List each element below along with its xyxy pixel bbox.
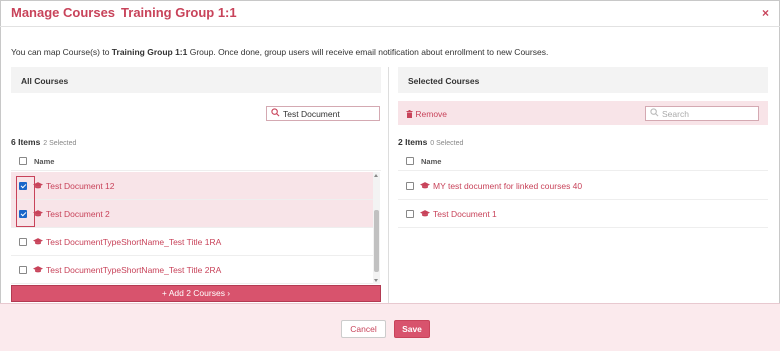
intro-text: You can map Course(s) to Training Group … (11, 47, 548, 57)
right-name-column: Name (421, 157, 442, 166)
add-courses-button[interactable]: + Add 2 Courses › (11, 285, 381, 302)
left-list-scrollbar[interactable] (373, 172, 380, 284)
table-row[interactable]: Test Document 1 (398, 200, 768, 228)
search-icon (650, 108, 659, 117)
row-checkbox[interactable] (19, 266, 27, 274)
table-row[interactable]: Test DocumentTypeShortName_Test Title 2R… (11, 256, 373, 284)
all-courses-heading: All Courses (21, 76, 69, 86)
trash-icon (406, 110, 413, 118)
course-link[interactable]: Test Document 12 (46, 181, 115, 191)
left-search-field[interactable] (266, 106, 380, 121)
right-count: 2 Items (398, 137, 428, 147)
scroll-up-arrow[interactable] (374, 174, 378, 177)
course-link[interactable]: Test Document 2 (46, 209, 110, 219)
course-link[interactable]: Test Document 1 (433, 209, 497, 219)
scroll-thumb[interactable] (374, 210, 379, 272)
intro-post: Group. Once done, group users will recei… (187, 47, 549, 57)
selected-courses-heading: Selected Courses (408, 76, 480, 86)
table-row[interactable]: Test DocumentTypeShortName_Test Title 1R… (11, 228, 373, 256)
selected-courses-header: Selected Courses (398, 67, 768, 93)
remove-label: Remove (415, 109, 448, 119)
right-column-header: Name (398, 151, 768, 171)
graduation-cap-icon (420, 210, 430, 217)
dialog-title: Manage Courses Training Group 1:1 (11, 5, 237, 20)
left-column-header: Name (11, 151, 381, 171)
right-selected-count: 0 Selected (430, 140, 464, 147)
row-checkbox[interactable] (406, 210, 414, 218)
close-icon[interactable]: × (762, 6, 769, 20)
course-link[interactable]: Test DocumentTypeShortName_Test Title 1R… (46, 237, 221, 247)
left-search-input[interactable] (283, 108, 375, 119)
save-button[interactable]: Save (394, 320, 430, 338)
row-checkbox[interactable] (19, 238, 27, 246)
checkbox-highlight-box (16, 176, 35, 227)
right-item-count: 2 Items 0 Selected (398, 137, 463, 147)
search-icon (271, 108, 280, 117)
graduation-cap-icon (33, 238, 43, 245)
title-group: Training Group 1:1 (121, 5, 237, 20)
all-courses-header: All Courses (11, 67, 381, 93)
table-row[interactable]: Test Document 12 (11, 172, 373, 200)
intro-pre: You can map Course(s) to (11, 47, 112, 57)
graduation-cap-icon (420, 182, 430, 189)
remove-button[interactable]: Remove (406, 109, 447, 119)
left-selected-count: 2 Selected (43, 140, 77, 147)
cancel-button[interactable]: Cancel (341, 320, 386, 338)
table-row[interactable]: MY test document for linked courses 40 (398, 172, 768, 200)
course-link[interactable]: MY test document for linked courses 40 (433, 181, 582, 191)
left-item-count: 6 Items 2 Selected (11, 137, 76, 147)
row-checkbox[interactable] (406, 182, 414, 190)
intro-group: Training Group 1:1 (111, 47, 188, 57)
right-search-field[interactable] (645, 106, 759, 121)
left-name-column: Name (34, 157, 55, 166)
graduation-cap-icon (33, 266, 43, 273)
course-link[interactable]: Test DocumentTypeShortName_Test Title 2R… (46, 265, 221, 275)
title-main: Manage Courses (11, 5, 116, 20)
left-count: 6 Items (11, 137, 41, 147)
scroll-down-arrow[interactable] (374, 279, 378, 282)
dialog-footer (0, 303, 780, 351)
table-row[interactable]: Test Document 2 (11, 200, 373, 228)
left-select-all-checkbox[interactable] (19, 157, 27, 165)
right-search-input[interactable] (662, 108, 754, 119)
dialog-header: Manage Courses Training Group 1:1 × (0, 0, 780, 27)
panel-divider (388, 67, 389, 303)
right-select-all-checkbox[interactable] (406, 157, 414, 165)
